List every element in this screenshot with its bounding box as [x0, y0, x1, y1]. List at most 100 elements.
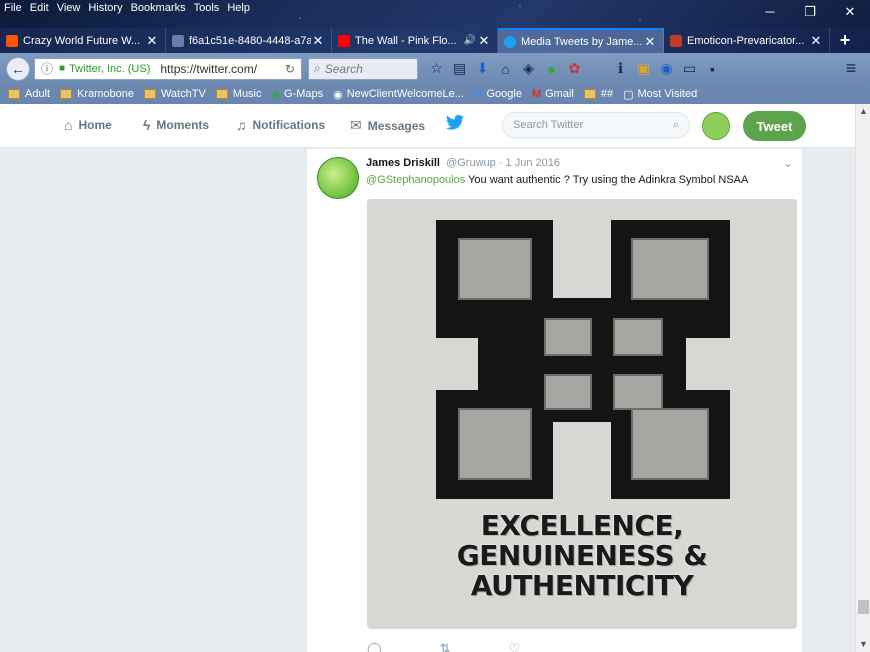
extension-blue-icon[interactable]: ◉	[656, 57, 677, 81]
bookmark-kramobone[interactable]: Kramobone	[60, 88, 134, 100]
tab-media-tweets[interactable]: Media Tweets by Jame... ✕	[498, 28, 664, 53]
tweet-mention[interactable]: @GStephanopoulos	[366, 174, 465, 186]
extension-dark-icon[interactable]: ▪	[702, 57, 723, 81]
home-icon[interactable]: ⌂	[495, 57, 516, 81]
tab-guid[interactable]: f6a1c51e-8480-4448-a7aa-... ✕	[166, 28, 332, 53]
chevron-down-icon[interactable]: ⌄	[783, 156, 793, 170]
menu-bookmarks[interactable]: Bookmarks	[131, 2, 186, 14]
search-icon[interactable]: ⌕	[673, 119, 679, 132]
page-scrollbar[interactable]: ▲ ▼	[855, 104, 870, 652]
adinkra-nsaa-symbol	[367, 199, 797, 499]
tab-crazy-world[interactable]: Crazy World Future W... ✕	[0, 28, 166, 53]
download-icon[interactable]: ⬇	[472, 57, 493, 81]
bookmark-most-visited[interactable]: ▢ Most Visited	[623, 88, 697, 101]
menu-bar: File Edit View History Bookmarks Tools H…	[4, 2, 250, 14]
bookmark-label: ##	[600, 88, 614, 100]
nav-label: Home	[78, 118, 112, 132]
audio-icon[interactable]: 🔊	[463, 35, 477, 46]
bookmark-google[interactable]: G Google	[474, 88, 522, 100]
bookmark-newclient[interactable]: ◉ NewClientWelcomeLe...	[333, 88, 464, 101]
restore-button[interactable]: ❐	[790, 0, 830, 24]
menu-file[interactable]: File	[4, 2, 22, 14]
tweet-author-name[interactable]: James Driskill	[366, 157, 440, 169]
extension-bookmark-icon[interactable]: ▣	[633, 57, 654, 81]
menu-tools[interactable]: Tools	[194, 2, 220, 14]
tweet-separator: ·	[498, 157, 503, 169]
browser-search-input[interactable]: ⌕ Search	[308, 57, 418, 80]
tweet-media-image[interactable]: EXCELLENCE, GENUINENESS & AUTHENTICITY	[367, 199, 797, 629]
bell-icon: ♫	[236, 117, 247, 133]
nav-label: Messages	[367, 118, 426, 133]
reply-icon[interactable]: ◯	[367, 641, 382, 652]
close-icon[interactable]: ✕	[643, 34, 657, 50]
bookmark-gmaps[interactable]: ◆ G-Maps	[272, 88, 324, 101]
scroll-up-arrow-icon[interactable]: ▲	[856, 104, 870, 119]
bookmark-label: NewClientWelcomeLe...	[346, 88, 464, 100]
url-text[interactable]: https://twitter.com/	[160, 62, 285, 76]
close-icon[interactable]: ✕	[477, 33, 491, 49]
pocket-icon[interactable]: ◈	[518, 57, 539, 81]
tab-emoticon[interactable]: Emoticon-Prevaricator... ✕	[664, 28, 830, 53]
url-bar[interactable]: ⓘ ■ Twitter, Inc. (US) https://twitter.c…	[34, 57, 302, 80]
twitter-top-nav: ⌂ Home ϟ Moments ♫ Notifications ✉ Messa…	[0, 104, 855, 148]
nav-notifications[interactable]: ♫ Notifications	[236, 117, 325, 133]
tab-title: Media Tweets by Jame...	[521, 35, 643, 48]
maps-icon: ◆	[271, 88, 280, 101]
reading-list-icon[interactable]: ▤	[449, 57, 470, 81]
extension-dot-icon[interactable]: ·	[587, 57, 608, 81]
tweet-text: @GStephanopoulos You want authentic ? Tr…	[366, 174, 748, 186]
tweet-date[interactable]: 1 Jun 2016	[506, 157, 560, 169]
bookmark-star-icon[interactable]: ☆	[426, 57, 447, 81]
new-tab-button[interactable]: +	[830, 28, 860, 53]
menu-edit[interactable]: Edit	[30, 2, 49, 14]
bookmark-music[interactable]: Music	[215, 88, 262, 100]
extension-green-icon[interactable]: ●	[541, 57, 562, 81]
folder-icon	[8, 89, 20, 99]
like-icon[interactable]: ♡	[508, 641, 520, 652]
bookmark-gmail[interactable]: M Gmail	[532, 88, 574, 100]
extension-gray-icon[interactable]: ▭	[679, 57, 700, 81]
close-icon[interactable]: ✕	[809, 33, 823, 49]
back-button[interactable]: ←	[6, 56, 30, 81]
extension-info-icon[interactable]: ℹ	[610, 57, 631, 81]
tab-title: Emoticon-Prevaricator...	[687, 34, 805, 47]
nav-home[interactable]: ⌂ Home	[64, 117, 112, 133]
info-icon[interactable]: ⓘ	[41, 60, 53, 77]
tweet-author-handle[interactable]: @Gruwup	[446, 157, 496, 169]
reload-icon[interactable]: ↻	[285, 62, 295, 76]
close-icon[interactable]: ✕	[145, 33, 159, 49]
tab-the-wall[interactable]: The Wall - Pink Flo... 🔊 ✕	[332, 28, 498, 53]
tweet-author-avatar[interactable]	[317, 157, 359, 199]
minimize-button[interactable]: ─	[750, 0, 790, 24]
tab-title: The Wall - Pink Flo...	[355, 34, 457, 47]
close-icon[interactable]: ✕	[311, 33, 325, 49]
bookmark-hash[interactable]: ##	[583, 88, 614, 100]
image-caption-line: AUTHENTICITY	[470, 569, 694, 602]
folder-icon	[583, 89, 596, 99]
twitter-search-input[interactable]: Search Twitter ⌕	[502, 112, 690, 138]
menu-view[interactable]: View	[57, 2, 81, 14]
navigation-toolbar: ← ⓘ ■ Twitter, Inc. (US) https://twitter…	[0, 53, 870, 84]
twitter-bird-icon[interactable]	[446, 114, 464, 135]
extension-color-icon[interactable]: ✿	[564, 57, 585, 81]
scroll-down-arrow-icon[interactable]: ▼	[856, 637, 870, 652]
bookmark-adult[interactable]: Adult	[8, 88, 50, 100]
retweet-icon[interactable]: ⇅	[440, 641, 451, 652]
tweet-button[interactable]: Tweet	[743, 111, 806, 141]
hamburger-menu-icon[interactable]: ≡	[838, 57, 864, 81]
site-identity[interactable]: Twitter, Inc. (US)	[69, 63, 150, 75]
image-caption-line: GENUINENESS &	[456, 539, 708, 572]
scrollbar-thumb[interactable]	[858, 600, 869, 614]
window-controls: ─ ❐ ✕	[750, 0, 870, 24]
search-icon: ⌕	[314, 61, 321, 75]
bookmark-watchtv[interactable]: WatchTV	[143, 88, 206, 100]
close-window-button[interactable]: ✕	[830, 0, 870, 24]
gmail-icon: M	[531, 88, 542, 100]
nav-moments[interactable]: ϟ Moments	[143, 117, 209, 133]
twitter-page: ⌂ Home ϟ Moments ♫ Notifications ✉ Messa…	[0, 104, 855, 652]
menu-help[interactable]: Help	[227, 2, 250, 14]
nav-messages[interactable]: ✉ Messages	[350, 117, 425, 134]
profile-avatar[interactable]	[702, 112, 730, 140]
menu-history[interactable]: History	[88, 2, 122, 14]
bookmark-label: Google	[486, 88, 522, 100]
